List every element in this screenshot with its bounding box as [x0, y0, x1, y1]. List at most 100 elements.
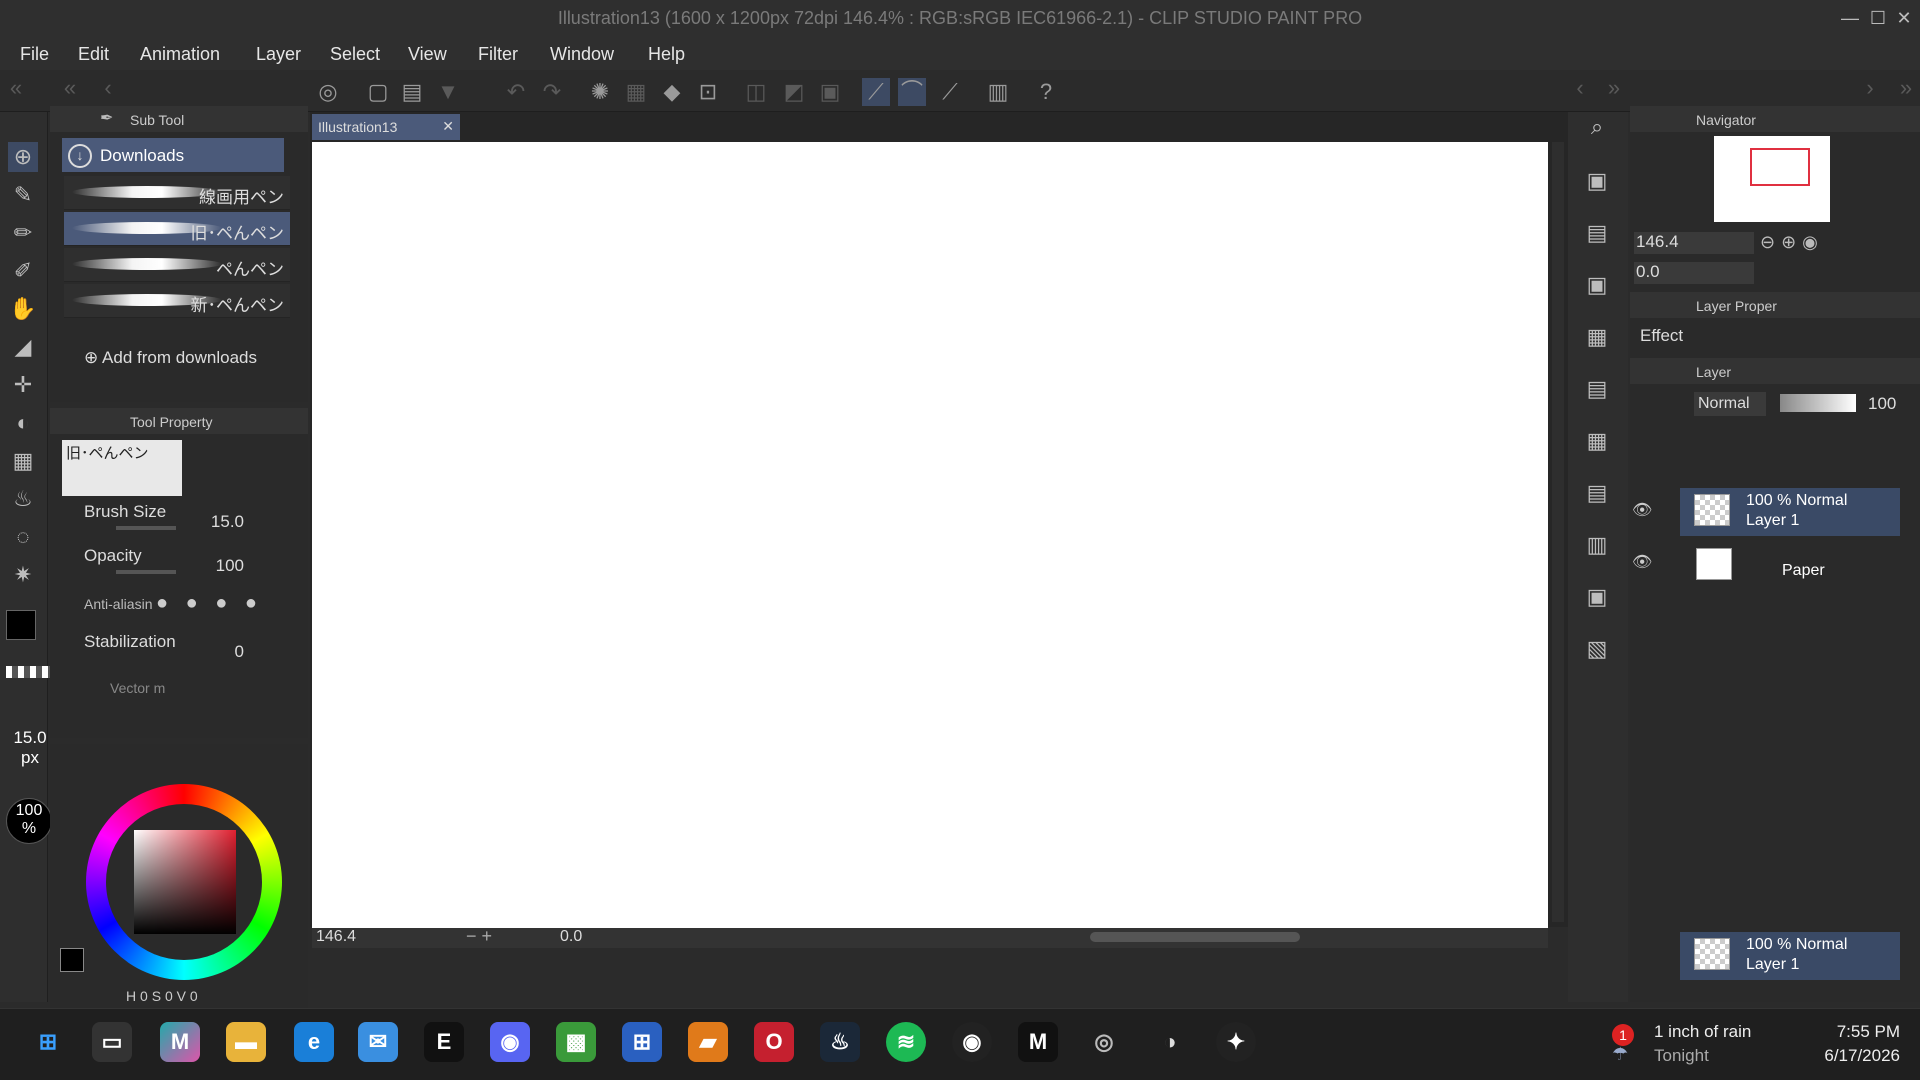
snap-grid-icon[interactable]: ⟋	[936, 78, 964, 106]
invert-selection-icon[interactable]: ◩	[780, 78, 808, 106]
epic-games-icon[interactable]: E	[424, 1022, 464, 1062]
transform-icon[interactable]: ⊡	[694, 78, 722, 106]
brush-tool-icon[interactable]: ✐	[8, 256, 38, 286]
menu-window[interactable]: Window	[550, 44, 614, 65]
brush-item-2[interactable]: 旧･ペんペン	[64, 212, 290, 246]
menu-help[interactable]: Help	[648, 44, 685, 65]
figure-tool-icon[interactable]: ▦	[8, 446, 38, 476]
transparent-color-swatch[interactable]	[6, 666, 54, 678]
brush-item-3[interactable]: ペんペン	[64, 248, 290, 282]
snap-special-ruler-icon[interactable]: ⌒	[898, 78, 926, 106]
eye-icon[interactable]: 👁	[1632, 500, 1652, 520]
new-canvas-icon[interactable]: ▢	[364, 78, 392, 106]
collapse-left-icon[interactable]: «	[2, 74, 30, 102]
discord-icon[interactable]: ◉	[490, 1022, 530, 1062]
obs-icon[interactable]: ◉	[952, 1022, 992, 1062]
vertical-scrollbar[interactable]	[1552, 142, 1564, 922]
add-from-downloads-button[interactable]: ⊕ Add from downloads	[84, 348, 257, 368]
downloads-group[interactable]: Downloads	[62, 138, 284, 172]
zoom-out-icon[interactable]: − +	[466, 926, 492, 947]
close-icon[interactable]: ✕	[1892, 6, 1916, 30]
loading-icon[interactable]: ✺	[586, 78, 614, 106]
panel-icon-3[interactable]: ▣	[1582, 270, 1612, 300]
lasso-tool-icon[interactable]: ◌	[8, 522, 38, 552]
weather-line1[interactable]: 1 inch of rain	[1654, 1022, 1751, 1042]
m365-icon[interactable]: M	[160, 1022, 200, 1062]
pencil-tool-icon[interactable]: ✏	[8, 218, 38, 248]
clip-studio-icon[interactable]: ◎	[314, 78, 342, 106]
saturation-value-square[interactable]	[134, 830, 236, 934]
brush-size-value[interactable]: 15.0	[188, 512, 244, 532]
minimize-icon[interactable]: —	[1838, 6, 1862, 30]
main-color-swatch[interactable]	[6, 610, 36, 640]
panel-icon-5[interactable]: ▤	[1582, 374, 1612, 404]
pen-tool-icon[interactable]: ✎	[8, 180, 38, 210]
zoom-value[interactable]: 146.4	[316, 928, 356, 946]
navigator-zoom-buttons[interactable]: ⊖⊕◉	[1760, 232, 1824, 253]
hand-tool-icon[interactable]: ✋	[8, 294, 38, 324]
outlook-icon[interactable]: ✉	[358, 1022, 398, 1062]
edge-icon[interactable]: e	[294, 1022, 334, 1062]
menu-file[interactable]: File	[20, 44, 49, 65]
navigator-preview[interactable]	[1714, 136, 1830, 222]
layer-opacity-value[interactable]: 100	[1868, 394, 1896, 414]
horizontal-scrollbar[interactable]	[1090, 932, 1300, 942]
menu-select[interactable]: Select	[330, 44, 380, 65]
panel-icon-7[interactable]: ▤	[1582, 478, 1612, 508]
clip-studio-2-icon[interactable]: ◑	[1150, 1022, 1190, 1062]
menu-edit[interactable]: Edit	[78, 44, 109, 65]
panel-icon-10[interactable]: ▧	[1582, 634, 1612, 664]
brush-item-4[interactable]: 新･ペんペン	[64, 284, 290, 318]
fill-icon[interactable]: ◆	[658, 78, 686, 106]
open-icon[interactable]: ▤	[398, 78, 426, 106]
spotify-icon[interactable]: ≋	[886, 1022, 926, 1062]
clock-date[interactable]: 6/17/2026	[1800, 1046, 1900, 1066]
mail-icon[interactable]: M	[1018, 1022, 1058, 1062]
stabilization-value[interactable]: 0	[210, 642, 244, 662]
canvas[interactable]	[312, 142, 1548, 928]
redo-icon[interactable]: ↷	[538, 78, 566, 106]
deselect-icon[interactable]: ▣	[816, 78, 844, 106]
eraser-tool-icon[interactable]: ◢	[8, 332, 38, 362]
clip-studio-taskbar-icon[interactable]: ◎	[1084, 1022, 1124, 1062]
blend-mode-select[interactable]: Normal	[1694, 392, 1766, 416]
navigator-rotation[interactable]: 0.0	[1634, 262, 1754, 284]
help-icon[interactable]: ?	[1032, 78, 1060, 106]
auto-select-tool-icon[interactable]: ✷	[8, 560, 38, 590]
layer-opacity-slider[interactable]	[1780, 394, 1856, 412]
selection-icon[interactable]: ◫	[742, 78, 770, 106]
move-tool-icon[interactable]: ✛	[8, 370, 38, 400]
chevron-right-icon[interactable]: ›	[1856, 74, 1884, 102]
windows-start-icon[interactable]: ⊞	[28, 1022, 68, 1062]
navigator-zoom[interactable]: 146.4	[1634, 232, 1754, 254]
rotation-value[interactable]: 0.0	[560, 928, 582, 946]
clear-icon[interactable]: ▦	[622, 78, 650, 106]
chevron-left-icon[interactable]: ‹	[94, 74, 122, 102]
menu-animation[interactable]: Animation	[140, 44, 220, 65]
brush-size-slider[interactable]	[116, 526, 176, 530]
undo-icon[interactable]: ↶	[502, 78, 530, 106]
zoom-tool-icon[interactable]: ⊕	[8, 142, 38, 172]
panel-icon-8[interactable]: ▥	[1582, 530, 1612, 560]
panel-icon-6[interactable]: ▦	[1582, 426, 1612, 456]
expand-right-2-icon[interactable]: »	[1892, 74, 1920, 102]
steam-icon[interactable]: ♨	[820, 1022, 860, 1062]
panel-icon-1[interactable]: ▣	[1582, 166, 1612, 196]
blend-tool-icon[interactable]: ◐	[8, 408, 38, 438]
ruler-icon[interactable]: ▥	[984, 78, 1012, 106]
brush-item-1[interactable]: 線画用ペン	[64, 176, 290, 210]
clock-time[interactable]: 7:55 PM	[1810, 1022, 1900, 1042]
minecraft-icon[interactable]: ▩	[556, 1022, 596, 1062]
file-explorer-icon[interactable]: ▬	[226, 1022, 266, 1062]
menu-filter[interactable]: Filter	[478, 44, 518, 65]
snap-ruler-icon[interactable]: ⟋	[862, 78, 890, 106]
panel-icon-2[interactable]: ▤	[1582, 218, 1612, 248]
slides-icon[interactable]: ▰	[688, 1022, 728, 1062]
opacity-value[interactable]: 100	[188, 556, 244, 576]
panel-icon-9[interactable]: ▣	[1582, 582, 1612, 612]
expand-right-icon[interactable]: »	[1600, 74, 1628, 102]
store-icon[interactable]: ⊞	[622, 1022, 662, 1062]
chevron-left-2-icon[interactable]: ‹	[1566, 74, 1594, 102]
save-icon[interactable]: ▼	[434, 78, 462, 106]
opacity-slider[interactable]	[116, 570, 176, 574]
